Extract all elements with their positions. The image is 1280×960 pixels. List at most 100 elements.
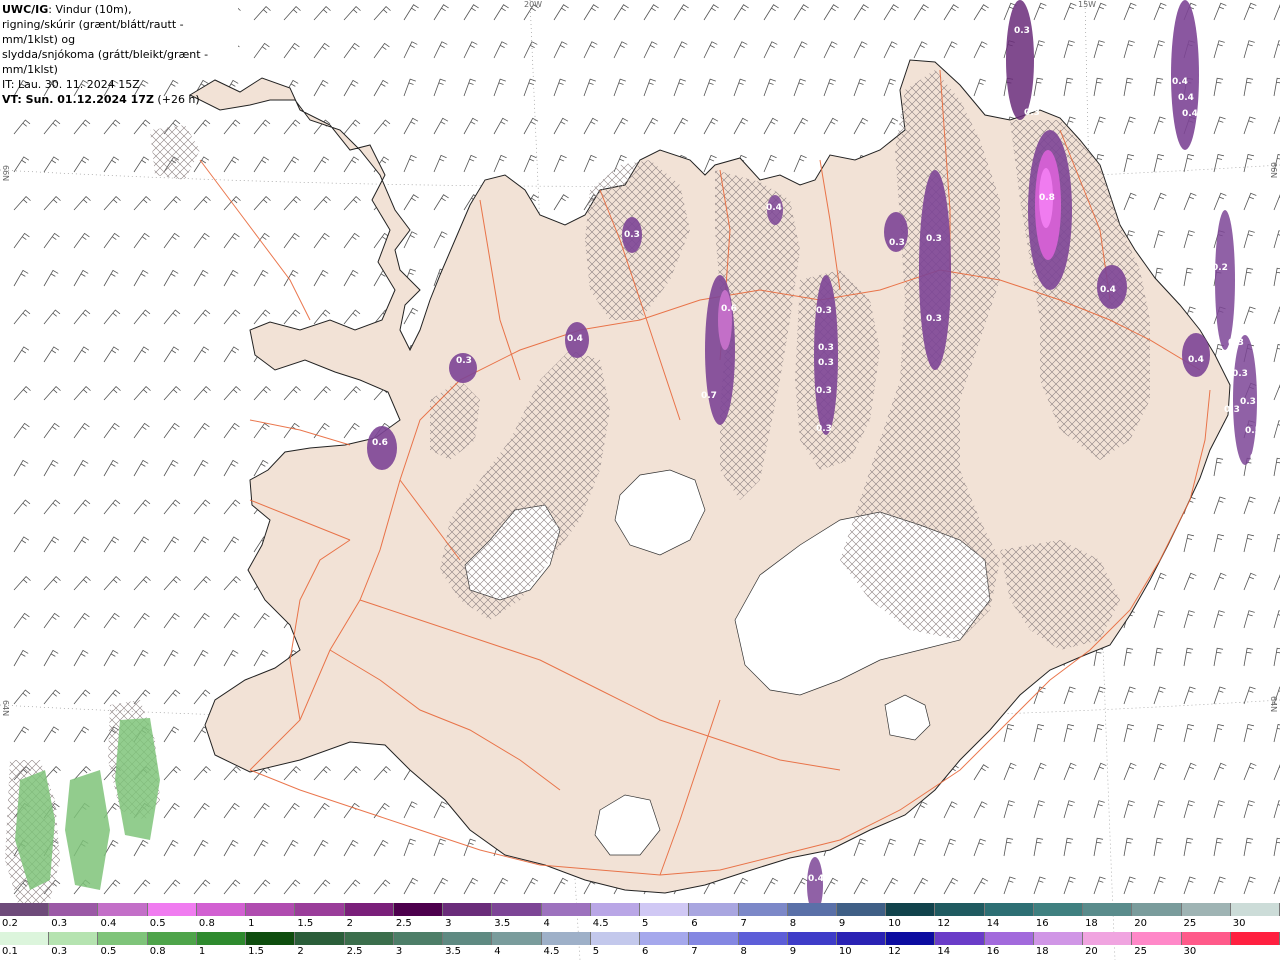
wind-barb [313,422,330,439]
wind-barb [943,801,958,819]
wind-barb [163,649,179,667]
wind-barb [1033,876,1046,895]
wind-barb [1213,153,1224,173]
wind-barb [1183,533,1194,553]
wind-barb [193,232,210,249]
wind-barb [73,612,90,629]
precip-label: 0.3 [1024,108,1040,118]
wind-barb [493,41,508,59]
rain-areas [15,718,160,890]
wind-barb [1153,153,1164,173]
wind-barb [1273,116,1280,135]
wind-barb [13,156,30,173]
wind-barb [1273,574,1280,591]
snow-scale-cell [98,903,148,916]
wind-barb [1123,800,1135,819]
snow-scale-cell [787,903,837,916]
wind-barb [763,154,777,173]
precip-label: 0.3 [926,234,942,244]
wind-barb [973,78,986,97]
wind-barb [43,119,61,135]
wind-barb [163,536,180,553]
wind-barb [463,117,479,135]
precip-label: 0.3 [889,238,905,248]
wind-barb [493,877,509,895]
wind-barb [13,386,31,401]
wind-barb [1243,723,1254,743]
snow-scale-label: 0.2 [2,918,18,929]
wind-barb [553,41,568,59]
wind-barb [1033,762,1047,781]
wind-barb [13,422,30,439]
wind-barb [103,386,121,401]
snow-scale-label: 20 [1134,918,1148,929]
wind-barb [163,196,181,211]
wind-barb [973,801,988,819]
wind-barb [913,41,928,59]
snow-scale-cell [738,903,788,916]
wind-barb [43,346,60,363]
wind-barb [463,4,479,21]
wind-barb [1213,837,1224,857]
wind-barb [613,78,626,97]
wind-barb [43,422,60,439]
wind-barb [973,41,988,59]
wind-barb [943,41,958,59]
wind-barb [253,839,269,857]
snow-scale-label: 25 [1183,918,1197,929]
wind-barb [253,802,270,819]
wind-barb [1243,40,1255,59]
wind-barb [1153,230,1165,249]
wind-barb [433,231,448,249]
wind-barb [193,612,210,629]
rain-scale-label: 5 [592,946,600,957]
wind-barb [1123,116,1136,135]
wind-barb [103,422,120,439]
wind-barb [163,879,181,895]
rain-scale-label: 1 [198,946,206,957]
wind-barb [403,117,419,135]
wind-barb [373,119,391,135]
wind-barb [133,839,149,857]
wind-barb [1273,230,1280,249]
wind-barb [1243,306,1256,325]
wind-barb [1213,496,1226,515]
wind-barb [1213,572,1227,591]
wind-barb [553,194,569,211]
wind-barb [223,649,239,667]
wind-barb [1213,762,1227,781]
wind-barb [313,156,330,173]
wind-barb [763,78,776,97]
wind-barb [733,877,749,895]
wind-barb [133,309,151,325]
wind-barb [73,196,91,211]
rain-scale-label: 9 [789,946,797,957]
wind-barb [1153,647,1164,667]
wind-barb [43,232,60,249]
wind-barb [313,6,331,21]
snow-scale-label: 4 [543,918,550,929]
wind-barb [673,4,689,21]
wind-barb [1093,762,1107,781]
wind-barb [133,386,151,401]
wind-barb [163,499,181,515]
wind-barb [463,877,479,895]
snow-scale-label: 12 [937,918,951,929]
wind-barb [493,117,509,135]
wind-barb [103,309,121,325]
snow-scale-label: 2 [346,918,353,929]
wind-barb [1093,116,1106,135]
wind-barb [73,536,90,553]
wind-barb [73,309,91,325]
wind-barb [283,42,300,59]
rain-scale-cell [1083,932,1133,945]
snow-scale-cell [1083,903,1133,916]
wind-barb [1243,647,1254,667]
wind-barb [343,42,360,59]
precip-label: 0.3 [1240,397,1256,407]
wind-barb [1153,77,1164,97]
weather-map[interactable]: 0.3 0.4 0.4 0.4 0.3 0.8 0.4 0.3 0.3 0.3 … [0,0,1280,960]
wind-barb [403,838,416,857]
wind-barb [1093,800,1105,819]
wind-barb [223,766,241,781]
